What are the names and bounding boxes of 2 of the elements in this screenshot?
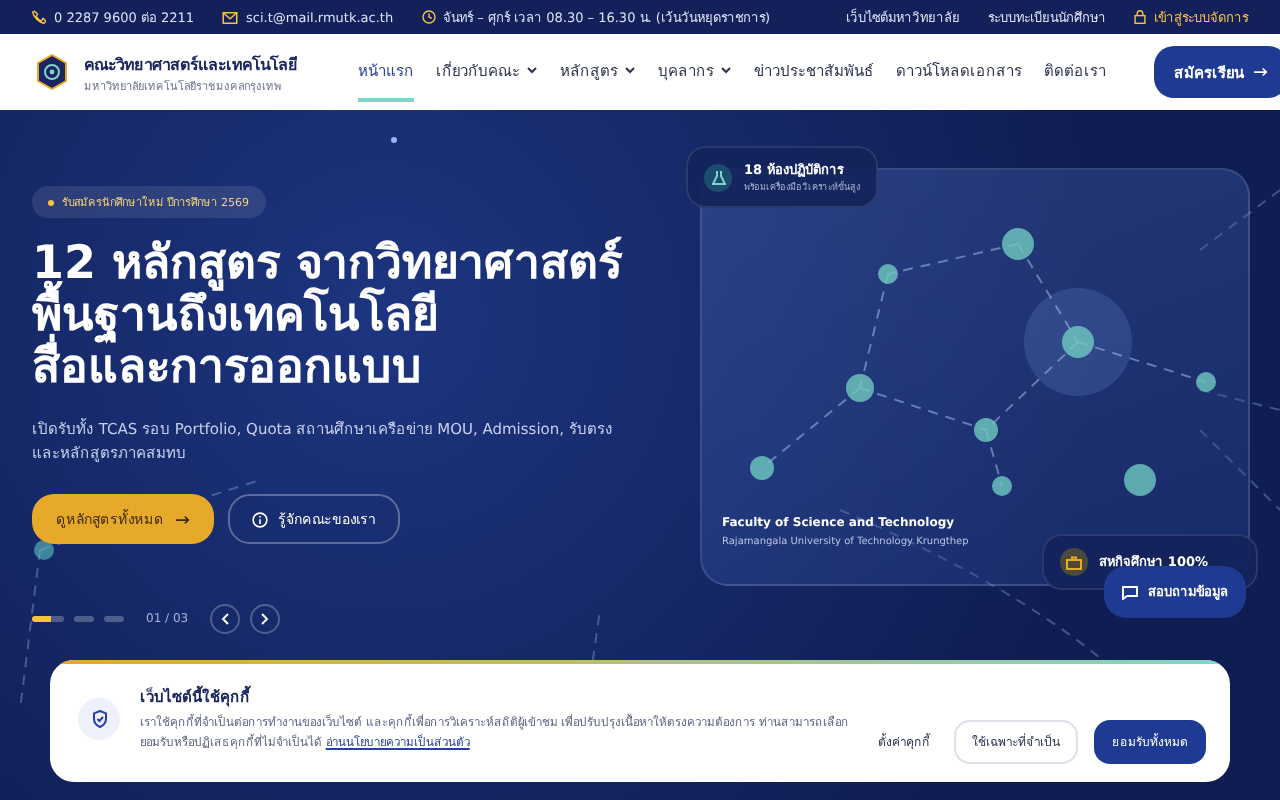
hero-title: 12 หลักสูตร จากวิทยาศาสตร์ พื้นฐานถึงเทคโนโลยี สื่อและการออกแบบ [32,238,623,394]
faculty-name: คณะวิทยาศาสตร์และเทคโนโลยี [84,53,298,77]
